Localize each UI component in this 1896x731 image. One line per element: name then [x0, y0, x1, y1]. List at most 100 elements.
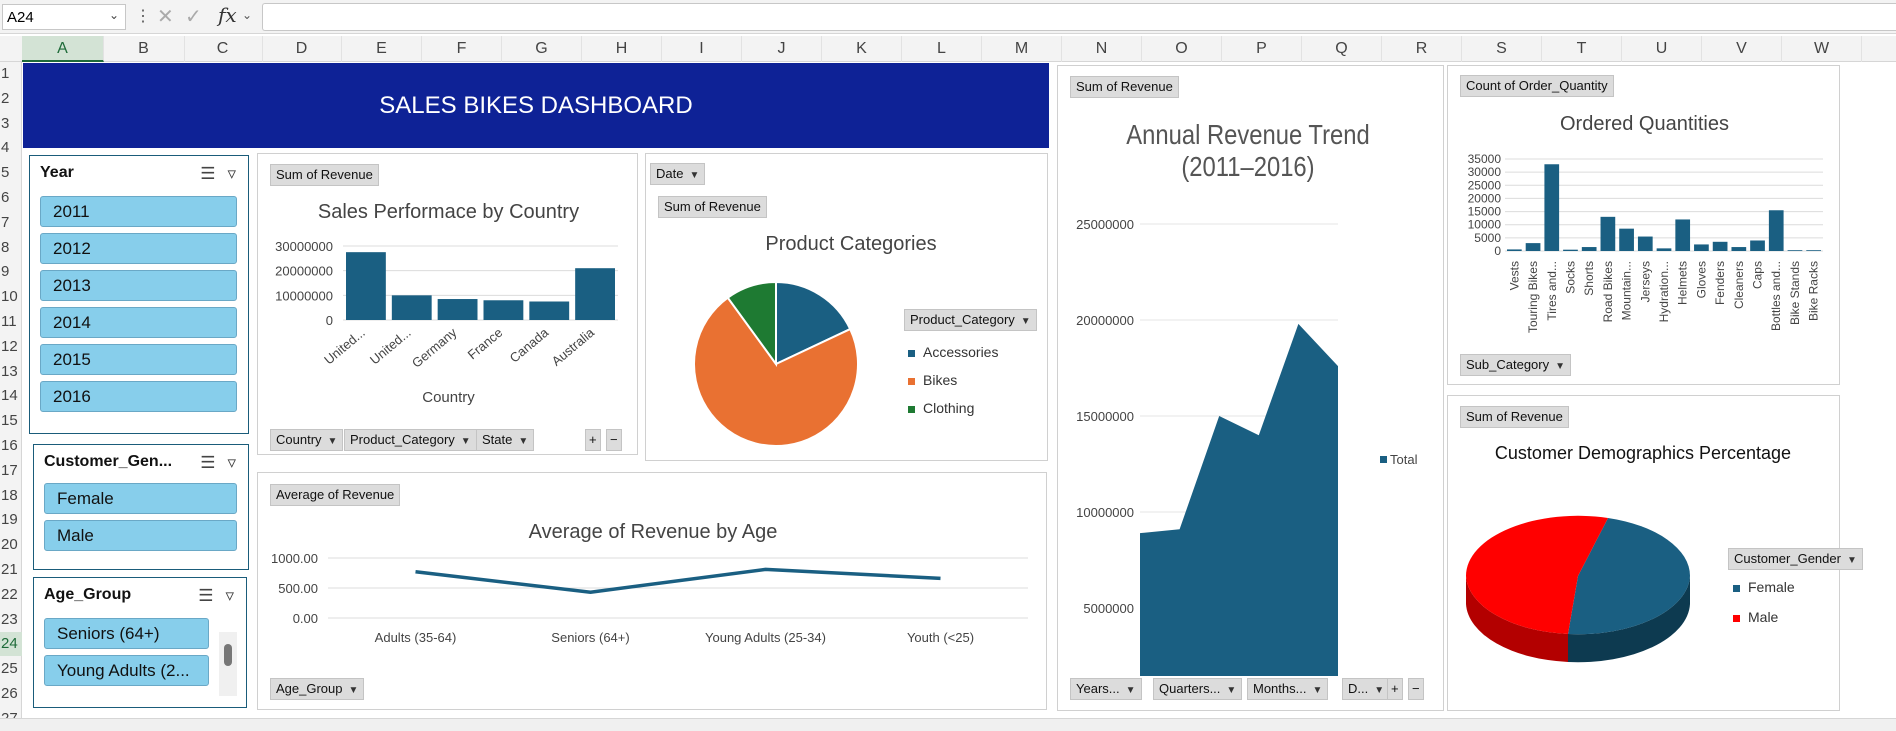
age-chart-panel[interactable]: Average of Revenue Average of Revenue by… — [257, 472, 1047, 710]
product-category-legend-filter[interactable]: Product_Category ▼ — [904, 309, 1037, 331]
scroll-thumb[interactable] — [224, 644, 232, 666]
slicer-item[interactable]: 2014 — [40, 307, 237, 338]
row-header[interactable]: 22 — [0, 583, 22, 607]
column-header[interactable]: F — [422, 36, 502, 62]
row-header[interactable]: 11 — [0, 310, 22, 334]
slicer-item[interactable]: 2015 — [40, 344, 237, 375]
column-header[interactable]: L — [902, 36, 982, 62]
quantity-chart-panel[interactable]: Count of Order_Quantity Ordered Quantiti… — [1447, 65, 1840, 385]
bar[interactable] — [1712, 241, 1728, 251]
product-category-filter[interactable]: Product_Category ▼ — [344, 429, 477, 451]
collapse-button[interactable]: − — [1408, 678, 1424, 700]
row-header[interactable]: 20 — [0, 533, 22, 557]
months-filter[interactable]: Months... ▼ — [1247, 678, 1329, 700]
slicer-item[interactable]: 2011 — [40, 196, 237, 227]
year-slicer[interactable]: Year ☰ ▿ 2011 2012 2013 2014 2015 2016 — [29, 155, 249, 434]
row-header[interactable]: 6 — [0, 186, 22, 210]
column-header[interactable]: J — [742, 36, 822, 62]
name-box[interactable]: A24 ⌄ — [2, 4, 126, 30]
multi-select-icon[interactable]: ☰ — [198, 586, 213, 605]
bar[interactable] — [1600, 216, 1616, 251]
more-options-icon[interactable]: ⋮ — [135, 6, 151, 26]
bar[interactable] — [1768, 210, 1784, 251]
date-filter[interactable]: Date ▼ — [650, 163, 706, 185]
row-header[interactable]: 1 — [0, 62, 22, 86]
row-header[interactable]: 10 — [0, 285, 22, 309]
expand-button[interactable]: + — [585, 429, 601, 451]
row-header[interactable]: 3 — [0, 112, 22, 136]
slicer-item[interactable]: 2012 — [40, 233, 237, 264]
row-header[interactable]: 2 — [0, 87, 22, 111]
column-header[interactable]: M — [982, 36, 1062, 62]
bar[interactable] — [1806, 250, 1821, 251]
column-header[interactable]: G — [502, 36, 582, 62]
slicer-item[interactable]: 2013 — [40, 270, 237, 301]
column-header[interactable]: H — [582, 36, 662, 62]
bar[interactable] — [529, 301, 570, 321]
customer-gender-legend-filter[interactable]: Customer_Gender ▼ — [1728, 548, 1863, 570]
age-group-filter[interactable]: Age_Group ▼ — [270, 678, 365, 700]
row-header[interactable]: 7 — [0, 211, 22, 235]
formula-input[interactable] — [262, 3, 1896, 31]
row-header[interactable]: 19 — [0, 508, 22, 532]
row-header[interactable]: 21 — [0, 558, 22, 582]
column-header[interactable]: I — [662, 36, 742, 62]
clear-filter-icon[interactable]: ▿ — [225, 586, 234, 605]
column-header[interactable]: A — [22, 36, 104, 62]
column-header[interactable]: N — [1062, 36, 1142, 62]
column-header[interactable]: U — [1622, 36, 1702, 62]
bar[interactable] — [437, 299, 478, 320]
bar[interactable] — [1581, 247, 1597, 251]
column-header[interactable]: W — [1782, 36, 1862, 62]
column-header[interactable]: K — [822, 36, 902, 62]
slicer-scrollbar[interactable] — [219, 632, 237, 696]
field-button[interactable]: Sum of Revenue — [270, 164, 379, 186]
column-header[interactable]: C — [183, 36, 263, 62]
bar[interactable] — [1525, 243, 1541, 251]
multi-select-icon[interactable]: ☰ — [200, 453, 215, 472]
row-header[interactable]: 13 — [0, 360, 22, 384]
bar[interactable] — [1787, 250, 1803, 251]
bar[interactable] — [1563, 249, 1578, 251]
chevron-down-icon[interactable]: ⌄ — [242, 8, 252, 22]
age-slicer[interactable]: Age_Group ☰ ▿ Seniors (64+) Young Adults (… — [33, 577, 247, 708]
row-header[interactable]: 17 — [0, 459, 22, 483]
trend-chart-panel[interactable]: Sum of Revenue Annual Revenue Trend (201… — [1057, 65, 1444, 711]
bar[interactable] — [1694, 244, 1709, 251]
sub-category-filter[interactable]: Sub_Category ▼ — [1460, 354, 1572, 376]
gender-slicer[interactable]: Customer_Gen... ☰ ▿ Female Male — [33, 444, 249, 570]
area-series[interactable] — [1140, 323, 1338, 676]
bar[interactable] — [1619, 228, 1634, 251]
days-filter[interactable]: D... ▼ — [1342, 678, 1391, 700]
multi-select-icon[interactable]: ☰ — [200, 164, 215, 183]
cancel-icon[interactable]: ✕ — [157, 4, 174, 29]
bar[interactable] — [575, 268, 615, 320]
slicer-item[interactable]: Male — [44, 520, 237, 551]
slicer-item[interactable]: Seniors (64+) — [44, 618, 209, 649]
column-header[interactable]: S — [1462, 36, 1542, 62]
state-filter[interactable]: State ▼ — [476, 429, 535, 451]
bar[interactable] — [1656, 248, 1672, 251]
column-header[interactable]: O — [1142, 36, 1222, 62]
years-filter[interactable]: Years... ▼ — [1070, 678, 1142, 700]
row-header[interactable]: 23 — [0, 608, 22, 632]
field-button[interactable]: Count of Order_Quantity — [1460, 75, 1614, 97]
row-header[interactable]: 16 — [0, 434, 22, 458]
field-button[interactable]: Sum of Revenue — [1460, 406, 1569, 428]
enter-check-icon[interactable]: ✓ — [185, 4, 202, 29]
row-header[interactable]: 14 — [0, 384, 22, 408]
clear-filter-icon[interactable]: ▿ — [227, 453, 236, 472]
bar[interactable] — [483, 300, 524, 320]
row-header[interactable]: 12 — [0, 335, 22, 359]
row-header[interactable]: 4 — [0, 136, 22, 160]
column-header[interactable]: E — [342, 36, 422, 62]
column-header[interactable]: R — [1382, 36, 1462, 62]
field-button[interactable]: Average of Revenue — [270, 484, 401, 506]
row-header[interactable]: 26 — [0, 682, 22, 706]
column-header[interactable]: Q — [1302, 36, 1382, 62]
row-header[interactable]: 5 — [0, 161, 22, 185]
column-header[interactable]: T — [1542, 36, 1622, 62]
column-header[interactable]: D — [262, 36, 342, 62]
quarters-filter[interactable]: Quarters... ▼ — [1153, 678, 1243, 700]
slicer-item[interactable]: Female — [44, 483, 237, 514]
